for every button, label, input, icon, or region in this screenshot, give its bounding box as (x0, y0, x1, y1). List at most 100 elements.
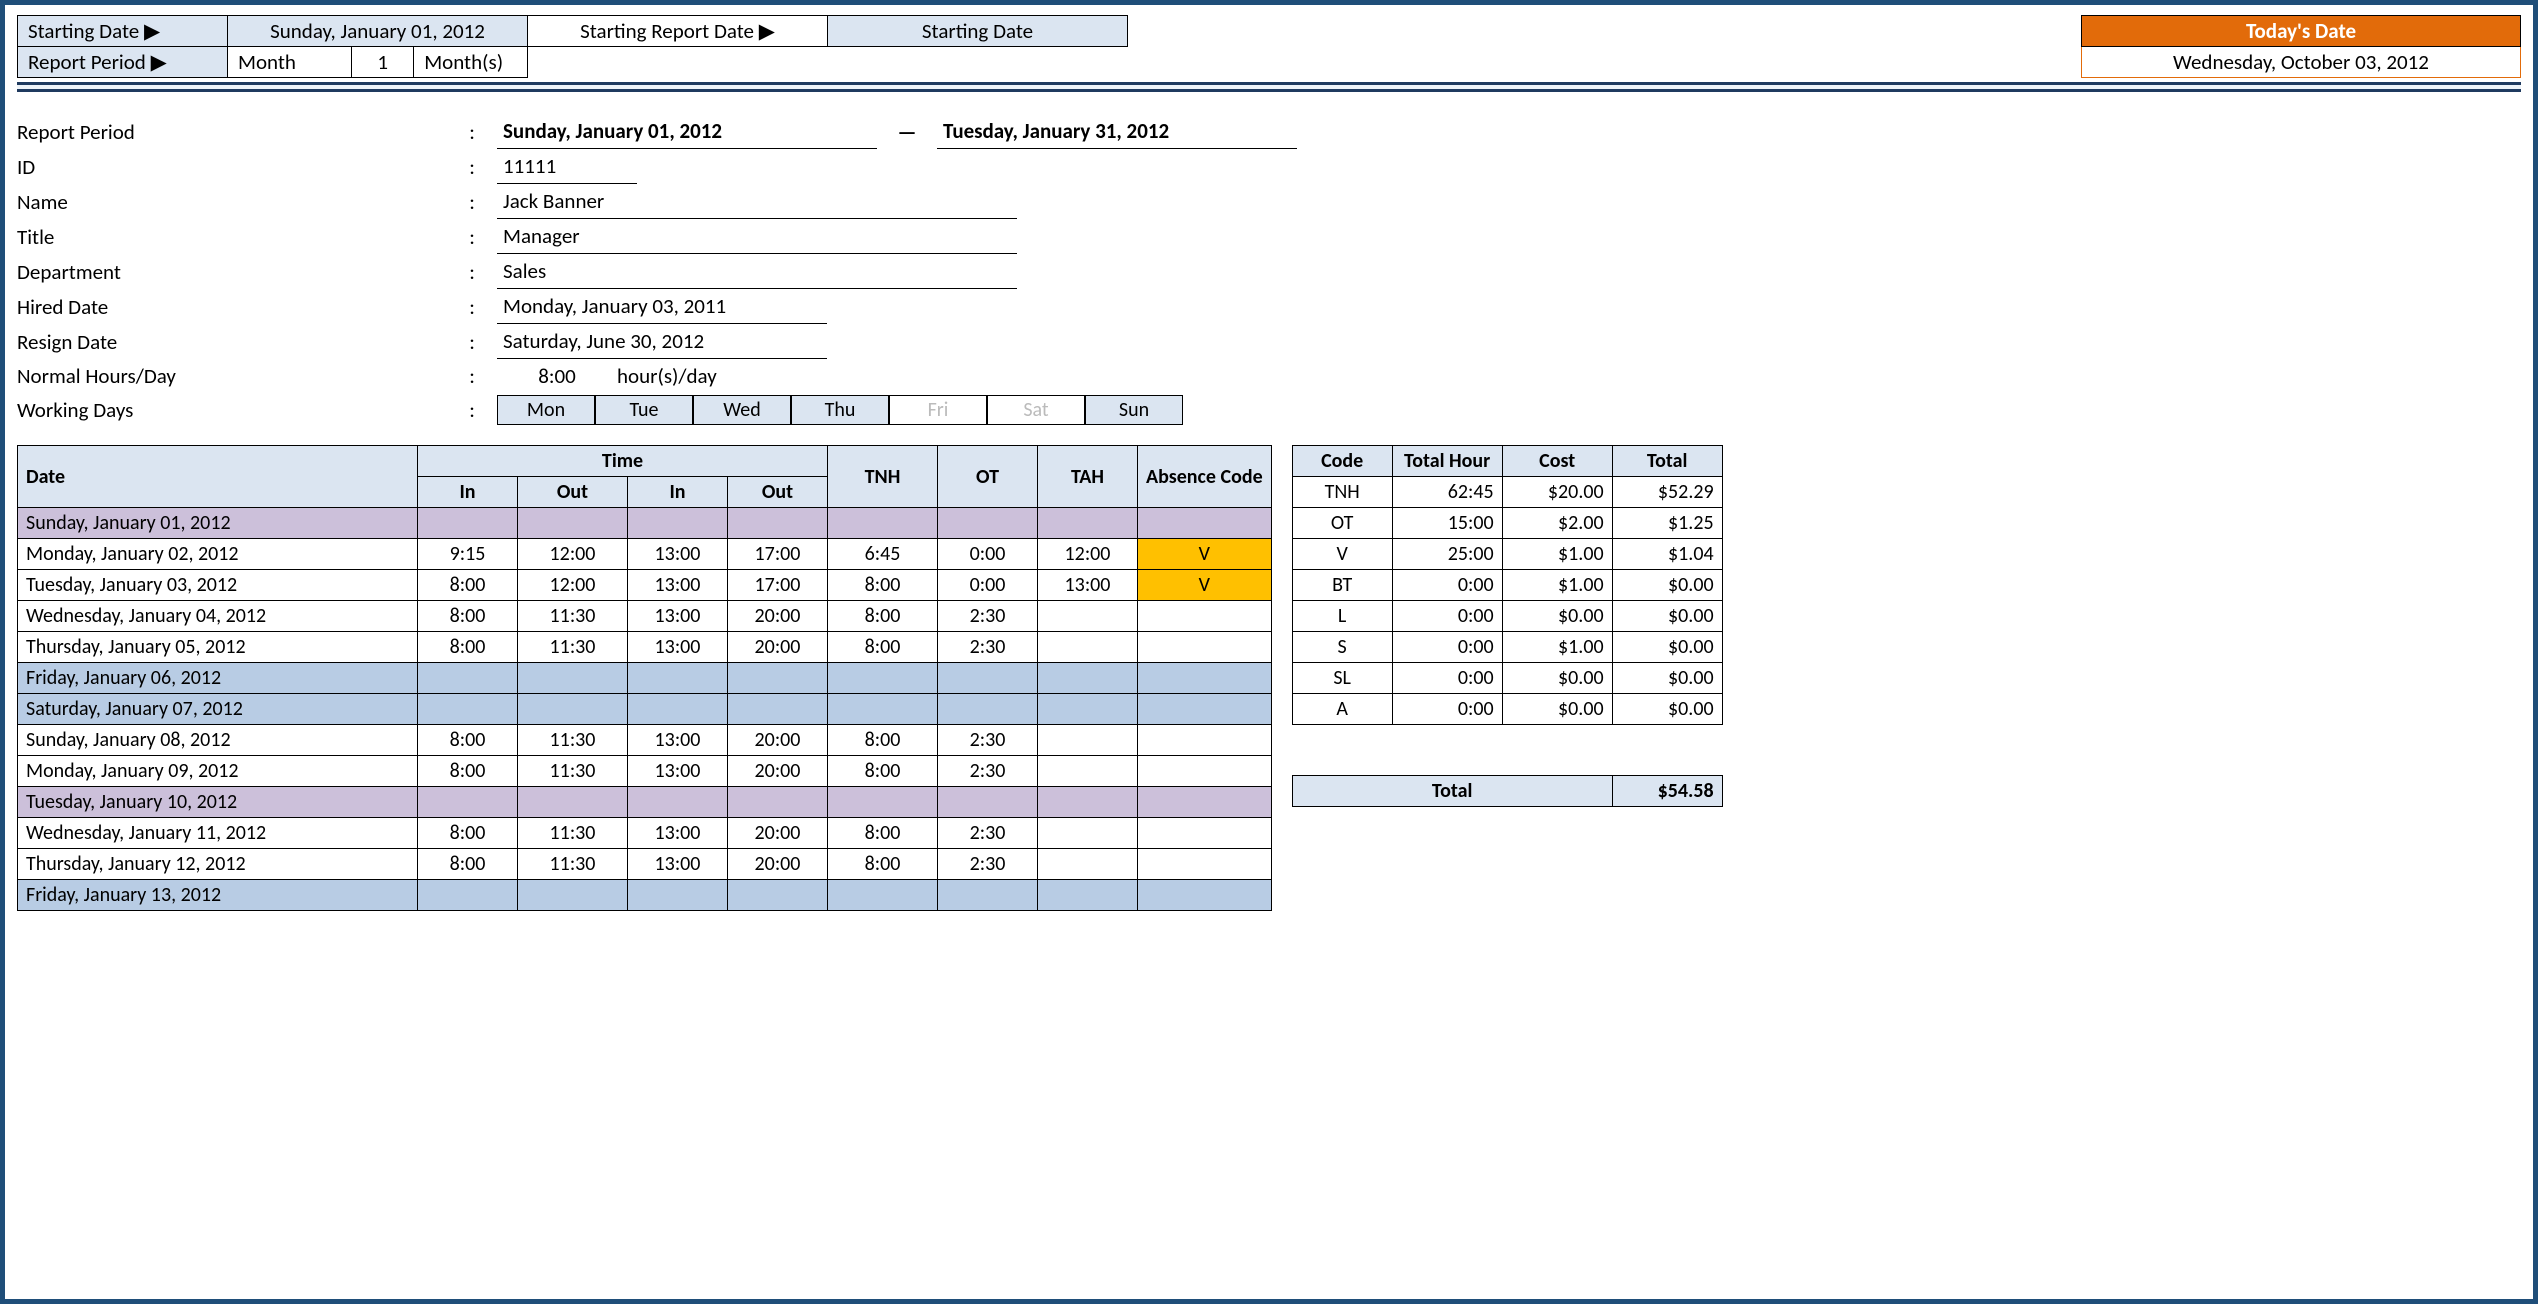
starting-report-date-label[interactable]: Starting Report Date ▶ (528, 16, 828, 47)
cell-tah[interactable] (1038, 601, 1138, 632)
cell-tah[interactable] (1038, 663, 1138, 694)
cell-ot[interactable] (938, 880, 1038, 911)
cell-in1[interactable]: 8:00 (418, 849, 518, 880)
cell-out2[interactable]: 20:00 (728, 756, 828, 787)
cell-in1[interactable]: 8:00 (418, 632, 518, 663)
cell-out2[interactable] (728, 508, 828, 539)
cell-tnh[interactable] (828, 663, 938, 694)
cell-tah[interactable]: 12:00 (1038, 539, 1138, 570)
cell-tnh[interactable]: 8:00 (828, 725, 938, 756)
cell-code[interactable] (1138, 880, 1272, 911)
period-unit[interactable]: Month (228, 47, 352, 78)
cell-in2[interactable]: 13:00 (628, 818, 728, 849)
cell-out1[interactable]: 12:00 (518, 539, 628, 570)
cell-date[interactable]: Saturday, January 07, 2012 (18, 694, 418, 725)
day-cell-thu[interactable]: Thu (791, 395, 889, 425)
cell-tah[interactable] (1038, 756, 1138, 787)
cell-tnh[interactable]: 8:00 (828, 818, 938, 849)
cell-in1[interactable]: 8:00 (418, 570, 518, 601)
cell-out1[interactable] (518, 694, 628, 725)
cell-out1[interactable]: 11:30 (518, 632, 628, 663)
cell-tnh[interactable]: 8:00 (828, 756, 938, 787)
cell-code[interactable] (1138, 694, 1272, 725)
cell-out1[interactable]: 11:30 (518, 849, 628, 880)
cell-date[interactable]: Wednesday, January 04, 2012 (18, 601, 418, 632)
cell-out1[interactable]: 11:30 (518, 601, 628, 632)
day-cell-sat[interactable]: Sat (987, 395, 1085, 425)
day-cell-mon[interactable]: Mon (497, 395, 595, 425)
cell-tnh[interactable]: 8:00 (828, 849, 938, 880)
cell-date[interactable]: Thursday, January 12, 2012 (18, 849, 418, 880)
cell-tah[interactable] (1038, 632, 1138, 663)
cell-tah[interactable] (1038, 694, 1138, 725)
cell-out1[interactable] (518, 787, 628, 818)
cell-date[interactable]: Thursday, January 05, 2012 (18, 632, 418, 663)
cell-date[interactable]: Sunday, January 01, 2012 (18, 508, 418, 539)
cell-ot[interactable]: 2:30 (938, 818, 1038, 849)
cell-in1[interactable] (418, 787, 518, 818)
cell-code[interactable]: V (1138, 539, 1272, 570)
cell-ot[interactable]: 2:30 (938, 756, 1038, 787)
cell-tah[interactable] (1038, 880, 1138, 911)
cell-tnh[interactable]: 8:00 (828, 632, 938, 663)
cell-out2[interactable] (728, 663, 828, 694)
cell-in2[interactable]: 13:00 (628, 849, 728, 880)
cell-in1[interactable] (418, 880, 518, 911)
cell-tnh[interactable]: 6:45 (828, 539, 938, 570)
cell-code[interactable] (1138, 787, 1272, 818)
cell-tah[interactable] (1038, 818, 1138, 849)
cell-tah[interactable]: 13:00 (1038, 570, 1138, 601)
cell-out2[interactable]: 17:00 (728, 539, 828, 570)
cell-date[interactable]: Friday, January 13, 2012 (18, 880, 418, 911)
cell-out1[interactable]: 11:30 (518, 756, 628, 787)
cell-in2[interactable]: 13:00 (628, 539, 728, 570)
cell-tnh[interactable] (828, 508, 938, 539)
cell-date[interactable]: Wednesday, January 11, 2012 (18, 818, 418, 849)
cell-out2[interactable] (728, 694, 828, 725)
starting-date-text[interactable]: Starting Date (828, 16, 1128, 47)
cell-code[interactable] (1138, 601, 1272, 632)
cell-in1[interactable] (418, 508, 518, 539)
cell-in2[interactable] (628, 694, 728, 725)
day-cell-fri[interactable]: Fri (889, 395, 987, 425)
cell-tah[interactable] (1038, 725, 1138, 756)
report-period-label[interactable]: Report Period ▶ (18, 47, 228, 78)
cell-ot[interactable] (938, 508, 1038, 539)
day-cell-tue[interactable]: Tue (595, 395, 693, 425)
cell-out2[interactable]: 20:00 (728, 818, 828, 849)
cell-ot[interactable] (938, 694, 1038, 725)
period-qty[interactable]: 1 (352, 47, 414, 78)
cell-out1[interactable]: 11:30 (518, 818, 628, 849)
cell-out2[interactable]: 20:00 (728, 725, 828, 756)
cell-in2[interactable] (628, 787, 728, 818)
cell-out1[interactable]: 11:30 (518, 725, 628, 756)
cell-tnh[interactable]: 8:00 (828, 601, 938, 632)
cell-ot[interactable] (938, 787, 1038, 818)
cell-tah[interactable] (1038, 787, 1138, 818)
cell-in2[interactable]: 13:00 (628, 632, 728, 663)
cell-in1[interactable] (418, 694, 518, 725)
cell-date[interactable]: Friday, January 06, 2012 (18, 663, 418, 694)
cell-in2[interactable]: 13:00 (628, 570, 728, 601)
cell-tah[interactable] (1038, 849, 1138, 880)
cell-ot[interactable]: 2:30 (938, 725, 1038, 756)
cell-ot[interactable]: 0:00 (938, 539, 1038, 570)
cell-out1[interactable] (518, 663, 628, 694)
cell-in1[interactable]: 9:15 (418, 539, 518, 570)
cell-in2[interactable] (628, 508, 728, 539)
cell-in2[interactable] (628, 663, 728, 694)
cell-tnh[interactable] (828, 694, 938, 725)
cell-in2[interactable]: 13:00 (628, 601, 728, 632)
cell-tnh[interactable] (828, 880, 938, 911)
cell-ot[interactable]: 2:30 (938, 849, 1038, 880)
cell-in1[interactable]: 8:00 (418, 818, 518, 849)
cell-in1[interactable]: 8:00 (418, 601, 518, 632)
starting-date-value[interactable]: Sunday, January 01, 2012 (228, 16, 528, 47)
starting-date-label[interactable]: Starting Date ▶ (18, 16, 228, 47)
cell-out2[interactable] (728, 880, 828, 911)
cell-code[interactable] (1138, 756, 1272, 787)
cell-out2[interactable]: 20:00 (728, 632, 828, 663)
cell-out2[interactable]: 17:00 (728, 570, 828, 601)
cell-ot[interactable]: 0:00 (938, 570, 1038, 601)
day-cell-sun[interactable]: Sun (1085, 395, 1183, 425)
